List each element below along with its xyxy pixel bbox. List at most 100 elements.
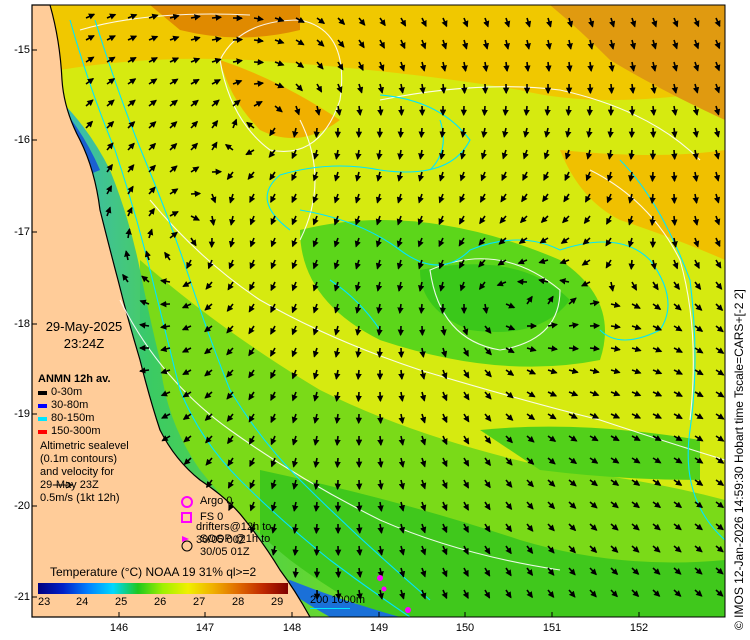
velocity-arrow — [671, 215, 678, 227]
altimetry-line: and velocity for — [40, 466, 114, 478]
velocity-arrow — [649, 171, 656, 183]
anmn-swatch — [38, 429, 47, 434]
velocity-arrow — [671, 149, 678, 161]
map-date: 29-May-2025 — [45, 319, 123, 334]
lat-label: -21 — [14, 591, 30, 603]
lon-label: 148 — [282, 622, 302, 634]
lat-label: -16 — [14, 134, 30, 146]
velocity-arrow — [418, 127, 425, 139]
velocity-arrow — [589, 345, 600, 352]
date-time-block: 29-May-2025 23:24Z — [40, 318, 128, 352]
velocity-arrow — [671, 127, 678, 138]
velocity-arrow — [139, 367, 150, 374]
velocity-arrow — [398, 369, 405, 381]
colorbar-tick: 24 — [76, 596, 89, 608]
velocity-arrow — [232, 36, 244, 43]
velocity-arrow — [671, 171, 678, 183]
anmn-item: 30-80m — [38, 399, 138, 412]
velocity-arrow — [334, 435, 341, 447]
credit-text: © IMOS 12-Jan-2026 14:59:30 Hobart time … — [730, 180, 748, 630]
velocity-arrow — [439, 127, 446, 138]
velocity-arrow — [481, 105, 488, 117]
argo-label: Argo 0 — [200, 495, 233, 507]
velocity-arrow — [313, 501, 320, 512]
velocity-arrow — [565, 105, 572, 117]
lat-label: -19 — [14, 408, 30, 420]
velocity-arrow — [523, 105, 530, 117]
depth-legend: 200 1000m — [310, 594, 365, 609]
anmn-label: 30-80m — [51, 399, 89, 411]
lat-label: -18 — [14, 318, 30, 330]
colorbar-tick: 23 — [38, 596, 51, 608]
anmn-swatch — [38, 390, 47, 395]
velocity-arrow — [461, 83, 468, 95]
velocity-arrow — [544, 105, 551, 117]
temperature-title: Temperature (°C) NOAA 19 31% ql>=2 — [50, 565, 257, 579]
velocity-arrow — [377, 413, 384, 425]
colorbar-tick: 28 — [232, 596, 245, 608]
anmn-swatch — [38, 403, 47, 408]
velocity-arrow — [524, 61, 531, 72]
soop-time: 30/05 01Z — [200, 546, 250, 558]
velocity-arrow — [356, 501, 363, 513]
lat-label: -15 — [14, 44, 30, 56]
colorbar-tick: 26 — [154, 596, 167, 608]
anmn-swatch — [38, 416, 47, 421]
velocity-arrow — [376, 347, 383, 359]
colorbar-tick: 29 — [271, 596, 284, 608]
velocity-arrow — [629, 83, 636, 94]
velocity-arrow — [650, 105, 657, 117]
velocity-arrow — [355, 391, 362, 403]
velocity-arrow — [545, 61, 552, 72]
velocity-arrow — [253, 37, 264, 44]
altimetry-line: Altimetric sealevel — [40, 440, 129, 452]
fs-square-icon — [181, 512, 192, 523]
anmn-label: 150-300m — [51, 425, 101, 437]
velocity-arrow — [253, 80, 265, 87]
altimetry-note: Altimetric sealevel (0.1m contours) and … — [40, 440, 152, 505]
velocity-arrow — [211, 14, 223, 21]
anmn-label: 80-150m — [51, 412, 95, 424]
velocity-arrow — [292, 545, 299, 556]
velocity-arrow — [356, 545, 363, 556]
credit-label: © IMOS 12-Jan-2026 14:59:30 Hobart time … — [732, 289, 746, 630]
lat-label: -17 — [14, 226, 30, 238]
lon-label: 152 — [629, 622, 649, 634]
velocity-arrow — [377, 105, 384, 117]
depth-1000-label: 1000m — [331, 594, 366, 606]
velocity-arrow — [440, 83, 447, 94]
velocity-arrow — [418, 303, 425, 315]
velocity-arrow — [628, 149, 635, 160]
anmn-label: 0-30m — [51, 386, 83, 398]
anmn-item: 0-30m — [38, 386, 138, 399]
velocity-arrow — [377, 457, 384, 468]
isobath-line-swatch — [310, 608, 350, 609]
lat-label: -20 — [14, 500, 30, 512]
lon-label: 149 — [369, 622, 389, 634]
anmn-title: ANMN 12h av. — [38, 373, 111, 385]
velocity-arrow — [335, 567, 342, 579]
altimetry-line: (0.1m contours) — [40, 453, 118, 465]
velocity-arrow — [649, 215, 656, 227]
depth-200-label: 200 — [310, 594, 329, 606]
velocity-arrow — [377, 435, 384, 447]
anmn-legend: ANMN 12h av. 0-30m 30-80m 80-150m 150-30… — [38, 373, 138, 438]
colorbar-ticks: 23 24 25 26 27 28 29 — [38, 596, 288, 610]
colorbar-tick: 27 — [193, 596, 206, 608]
velocity-arrow — [607, 127, 614, 139]
lon-label: 147 — [195, 622, 215, 634]
anmn-item: 80-150m — [38, 412, 138, 425]
velocity-arrow — [566, 61, 573, 72]
lon-label: 150 — [455, 622, 475, 634]
velocity-arrow — [608, 83, 615, 95]
velocity-arrow — [649, 193, 656, 205]
velocity-arrow — [376, 325, 383, 336]
lon-label: 151 — [542, 622, 562, 634]
soop-label: SOOP @1h to — [200, 533, 271, 545]
anmn-item: 150-300m — [38, 425, 138, 438]
velocity-arrow — [503, 61, 510, 72]
soop-circle-icon — [181, 540, 193, 552]
velocity-arrow — [313, 127, 320, 139]
lon-label: 146 — [109, 622, 129, 634]
velocity-arrow — [355, 369, 362, 381]
